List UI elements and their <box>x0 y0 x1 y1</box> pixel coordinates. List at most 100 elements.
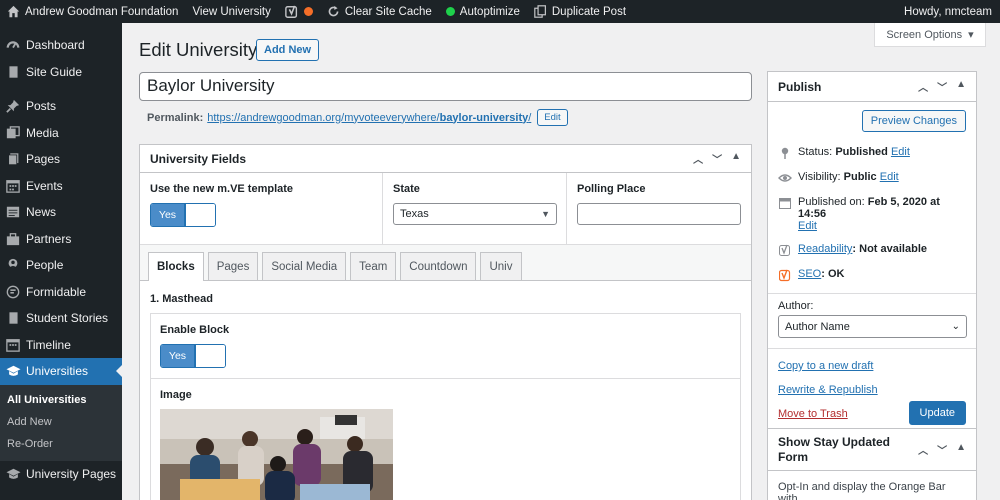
sidebar-item-label: Site Guide <box>26 64 83 79</box>
adminbar-howdy[interactable]: Howdy, nmcteam <box>897 0 1000 23</box>
adminbar-site-name[interactable]: Andrew Goodman Foundation <box>0 0 185 23</box>
adminbar-yoast[interactable] <box>278 0 320 23</box>
move-down-icon[interactable]: ﹀ <box>712 151 722 166</box>
refresh-icon <box>328 5 339 17</box>
visibility-value: Public <box>843 171 877 183</box>
tab-pages[interactable]: Pages <box>207 252 259 280</box>
sidebar-item-people[interactable]: People <box>0 252 122 279</box>
permalink-link[interactable]: https://andrewgoodman.org/myvoteeverywhe… <box>207 112 531 124</box>
publish-title: Publish <box>778 79 822 94</box>
tab-countdown[interactable]: Countdown <box>400 252 477 280</box>
state-select[interactable]: Texas ▼ <box>393 203 557 225</box>
view-university-label: View University <box>192 5 271 18</box>
stay-updated-box: Show Stay Updated Form ︿ ﹀ ▲ Opt-In and … <box>767 428 977 500</box>
adminbar-autoptimize[interactable]: Autoptimize <box>439 0 527 23</box>
sidebar-item-dashboard[interactable]: Dashboard <box>0 32 122 59</box>
post-title-input[interactable]: Baylor University <box>139 72 752 101</box>
mve-template-field: Use the new m.VE template Yes <box>140 173 383 244</box>
permalink-trail: / <box>528 111 532 124</box>
visibility-edit-link[interactable]: Edit <box>880 171 899 183</box>
copy-to-draft-link[interactable]: Copy to a new draft <box>778 360 873 372</box>
stay-updated-description: Opt-In and display the Orange Bar with <box>778 481 946 500</box>
rewrite-republish-link[interactable]: Rewrite & Republish <box>778 384 878 396</box>
move-up-icon[interactable]: ︿ <box>693 151 703 166</box>
sidebar-item-label: Partners <box>26 231 72 246</box>
screen-options-button[interactable]: Screen Options ▾ <box>874 23 986 47</box>
tab-social-media[interactable]: Social Media <box>262 252 347 280</box>
calendar-icon <box>778 196 792 210</box>
students-photo <box>160 409 393 500</box>
collapse-icon[interactable]: ▲ <box>731 151 741 166</box>
submenu-re-order[interactable]: Re-Order <box>0 433 122 455</box>
status-row: Status: Published Edit <box>778 146 966 160</box>
sidebar-item-universities[interactable]: Universities <box>0 358 122 385</box>
collapse-icon[interactable]: ▲ <box>956 79 966 94</box>
seo-status-dot <box>303 7 313 16</box>
sidebar-item-site-guide[interactable]: Site Guide <box>0 59 122 86</box>
sidebar-item-label: People <box>26 258 64 273</box>
sidebar-item-formidable[interactable]: Formidable <box>0 279 122 306</box>
sidebar-item-posts[interactable]: Posts <box>0 93 122 120</box>
sidebar-item-news[interactable]: News <box>0 199 122 226</box>
yoast-seo-icon <box>778 268 792 282</box>
autoptimize-status-dot <box>445 7 455 16</box>
sidebar-item-timeline[interactable]: Timeline <box>0 332 122 359</box>
state-label: State <box>393 183 420 195</box>
sidebar-item-events[interactable]: Events <box>0 173 122 200</box>
sidebar-item-partners[interactable]: Partners <box>0 226 122 253</box>
tab-team[interactable]: Team <box>350 252 397 280</box>
autoptimize-label: Autoptimize <box>459 5 520 18</box>
published-on-row: Published on: Feb 5, 2020 at 14:56 Edit <box>778 196 966 232</box>
permalink-edit-button[interactable]: Edit <box>537 109 568 126</box>
preview-changes-button[interactable]: Preview Changes <box>861 110 966 132</box>
fields-tabs: Blocks Pages Social Media Team Countdown… <box>140 245 751 281</box>
caret-down-icon: ▼ <box>541 209 550 219</box>
move-down-icon[interactable]: ﹀ <box>937 442 947 457</box>
tab-blocks[interactable]: Blocks <box>148 252 204 281</box>
partners-icon <box>5 231 21 247</box>
move-up-icon[interactable]: ︿ <box>918 79 928 94</box>
add-new-button[interactable]: Add New <box>256 39 320 61</box>
sidebar-item-pages[interactable]: Pages <box>0 146 122 173</box>
move-down-icon[interactable]: ﹀ <box>937 79 947 94</box>
graduation-cap-icon <box>5 363 21 379</box>
visibility-row: Visibility: Public Edit <box>778 171 966 185</box>
move-up-icon[interactable]: ︿ <box>918 442 928 457</box>
published-edit-link[interactable]: Edit <box>798 220 817 232</box>
enable-block-toggle[interactable]: Yes <box>160 344 226 368</box>
submenu-all-universities[interactable]: All Universities <box>0 389 122 411</box>
readability-link[interactable]: Readability <box>798 243 852 255</box>
move-to-trash-link[interactable]: Move to Trash <box>778 408 848 420</box>
status-label: Status: <box>798 146 833 158</box>
collapse-icon[interactable]: ▲ <box>956 442 966 457</box>
submenu-add-new[interactable]: Add New <box>0 411 122 433</box>
university-fields-box: University Fields ︿ ﹀ ▲ Use the new m.VE… <box>139 144 752 500</box>
home-icon <box>7 5 20 18</box>
seo-link[interactable]: SEO <box>798 268 821 280</box>
author-select[interactable]: Author Name ⌄ <box>778 315 967 338</box>
sidebar-item-student-stories[interactable]: Student Stories <box>0 305 122 332</box>
sidebar-item-university-pages[interactable]: University Pages <box>0 461 122 488</box>
masthead-image[interactable] <box>160 409 393 500</box>
stay-updated-title: Show Stay Updated Form <box>778 434 891 464</box>
tab-univ[interactable]: Univ <box>480 252 522 280</box>
pages-icon <box>5 151 21 167</box>
adminbar-duplicate-post[interactable]: Duplicate Post <box>527 0 633 23</box>
author-label: Author: <box>778 300 814 312</box>
mve-template-toggle[interactable]: Yes <box>150 203 216 227</box>
yoast-icon <box>778 243 792 257</box>
adminbar-view-university[interactable]: View University <box>185 0 277 23</box>
adminbar-clear-cache[interactable]: Clear Site Cache <box>320 0 439 23</box>
mve-template-toggle-value: Yes <box>151 204 184 226</box>
sidebar-item-media[interactable]: Media <box>0 120 122 147</box>
status-edit-link[interactable]: Edit <box>891 146 910 158</box>
enable-block-toggle-value: Yes <box>161 345 194 367</box>
masthead-heading: 1. Masthead <box>150 293 213 305</box>
screen-options-label: Screen Options <box>886 28 963 41</box>
chevron-down-icon: ⌄ <box>951 321 960 332</box>
sidebar-item-label: Pages <box>26 152 61 167</box>
polling-place-input[interactable] <box>577 203 741 225</box>
university-fields-title: University Fields <box>150 151 247 166</box>
publish-header: Publish ︿ ﹀ ▲ <box>768 72 976 102</box>
update-button[interactable]: Update <box>908 401 966 425</box>
